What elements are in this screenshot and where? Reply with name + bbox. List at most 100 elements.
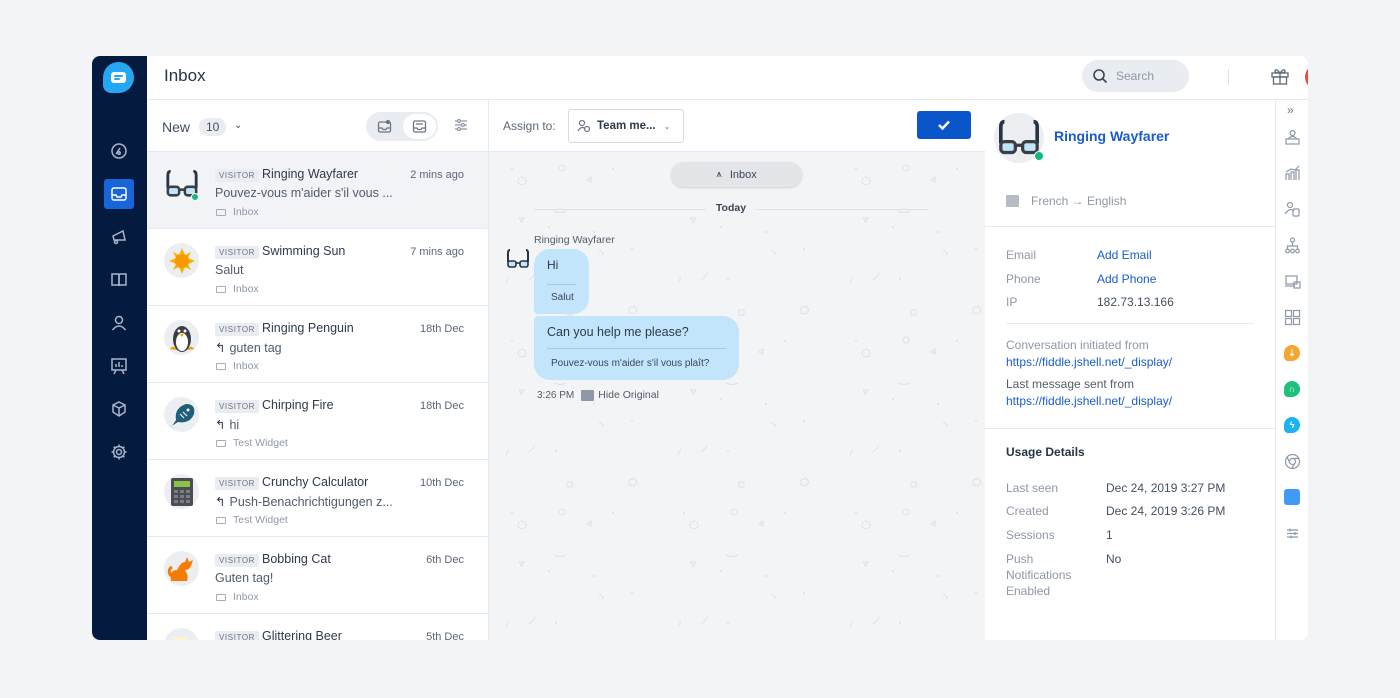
chat-panel: Assign to: Team me... ⌄ ⩚ Inbox Today Ri… [489,100,985,640]
nav-knowledge-base[interactable] [104,265,134,295]
rail-user-device[interactable] [1283,200,1301,218]
conversation-item[interactable]: VISITOR Chirping Fire 18th Dec ↰ hi Test Widg… [147,383,488,460]
inbox-source-icon [216,208,226,216]
add-email-link[interactable]: Add Email [1097,248,1152,262]
conversation-source: Test Widget [216,514,288,526]
hide-original-link[interactable]: Hide Original [598,389,659,401]
conversation-item[interactable]: VISITOR Glittering Beer 5th Dec [147,614,488,640]
book-icon [111,273,127,287]
visitor-name[interactable]: Ringing Wayfarer [1054,128,1169,144]
calculator-avatar-icon [164,474,199,509]
cat-avatar-icon [164,551,199,586]
assign-dropdown[interactable]: Team me... ⌄ [568,109,684,143]
source-name: Inbox [233,206,259,218]
nav-campaigns[interactable] [104,222,134,252]
person-icon [111,315,127,331]
rail-app-blue[interactable] [1283,488,1301,506]
usage-value: No [1106,552,1122,566]
app-logo[interactable] [103,62,134,93]
reply-arrow-icon: ↰ [215,341,226,355]
chevron-down-icon[interactable]: ⌄ [234,120,242,131]
user-device-icon [1284,201,1300,217]
rail-customize[interactable] [1283,524,1301,542]
preview-text: Push-Benachrichtigungen z... [229,495,393,509]
message-text: Hi [547,258,559,272]
rail-analytics[interactable] [1283,164,1301,182]
resolve-button[interactable] [917,111,971,139]
visitor-tag: VISITOR [215,400,260,413]
rail-app-orange[interactable]: ⇣ [1283,344,1301,362]
message-time: 3:26 PM [537,389,575,401]
beer-avatar-icon [164,628,199,640]
preview-text: Salut [215,263,244,277]
rail-apps-grid[interactable] [1283,308,1301,326]
preview-text: guten tag [229,341,282,355]
conversation-list-panel: New 10 ⌄ VISITOR Ringing Wayfarer 2 mins a… [147,100,489,640]
nav-settings[interactable] [104,437,134,467]
rail-device-info[interactable] [1283,272,1301,290]
last-message-label: Last message sent from [1006,377,1135,391]
sliders-icon [1286,528,1298,538]
language-pair: French → English [1031,194,1127,208]
translation-language: French → English [1006,194,1126,208]
field-label: Email [1006,248,1037,262]
conversation-source: Test Widget [216,437,288,449]
org-chart-icon [1284,236,1300,253]
preview-text: Pouvez-vous m'aider s'il vous ... [215,186,393,200]
date-divider-label: Today [705,202,757,214]
headset-app-icon: ∩ [1284,381,1300,397]
expand-rail-button[interactable]: » [1287,103,1294,117]
field-label: IP [1006,295,1018,309]
rail-visitor-info[interactable] [1283,128,1301,146]
gauge-icon [111,143,127,159]
nav-inbox[interactable] [104,179,134,209]
source-name: Test Widget [233,514,288,526]
search-input[interactable]: Search [1082,60,1189,92]
assign-value: Team me... [597,120,656,132]
rail-app-cyan[interactable]: ϟ [1283,416,1301,434]
channel-pill: ⩚ Inbox [671,162,802,187]
origin-label: Conversation initiated from [1006,338,1149,352]
view-toggle-unassigned[interactable] [368,114,401,139]
inbox-icon [111,187,127,201]
nav-contacts[interactable] [104,308,134,338]
conversation-item[interactable]: VISITOR Crunchy Calculator 10th Dec ↰ Push-B… [147,460,488,537]
visitor-tag: VISITOR [215,554,260,567]
rail-chrome[interactable] [1283,452,1301,470]
inbox-source-icon [216,593,226,601]
filter-settings-button[interactable] [453,117,469,133]
conversation-preview: ↰ Push-Benachrichtigungen z... [215,494,393,509]
sun-avatar-icon [164,243,199,278]
conversation-item[interactable]: VISITOR Swimming Sun 7 mins ago Salut Inbox [147,229,488,306]
conversation-source: Inbox [216,206,259,218]
page-title: Inbox [164,66,206,85]
source-name: Inbox [233,360,259,372]
conversation-item[interactable]: VISITOR Ringing Penguin 18th Dec ↰ guten tag… [147,306,488,383]
status-filter-dropdown[interactable]: New [162,119,190,135]
section-divider [985,226,1275,227]
conversation-name: Glittering Beer [262,629,342,640]
message-translation: Pouvez-vous m'aider s'il vous plaît? [551,358,710,369]
conversation-preview: Salut [215,263,244,277]
conversation-name: Swimming Sun [262,244,346,258]
source-name: Inbox [233,591,259,603]
usage-value: 1 [1106,528,1113,542]
app-rail: » ⇣ ∩ ϟ [1276,100,1308,640]
section-divider [985,428,1275,429]
user-avatar[interactable]: J [1305,64,1308,90]
conversation-item[interactable]: VISITOR Bobbing Cat 6th Dec Guten tag! Inbox [147,537,488,614]
conversation-item[interactable]: VISITOR Ringing Wayfarer 2 mins ago Pouvez-… [147,152,488,229]
last-message-url-link[interactable]: https://fiddle.jshell.net/_display/ [1006,393,1172,410]
rail-hierarchy[interactable] [1283,236,1301,254]
nav-dashboard[interactable] [104,136,134,166]
whats-new-button[interactable] [1270,66,1290,86]
rail-app-green[interactable]: ∩ [1283,380,1301,398]
chevron-down-icon: ⌄ [663,121,671,131]
checkmark-icon [938,120,950,131]
view-toggle-inbox[interactable] [403,114,436,139]
origin-url-link[interactable]: https://fiddle.jshell.net/_display/ [1006,354,1172,371]
nav-reports[interactable] [104,351,134,381]
date-divider: Today [534,202,928,216]
nav-integrations[interactable] [104,394,134,424]
add-phone-link[interactable]: Add Phone [1097,272,1156,286]
